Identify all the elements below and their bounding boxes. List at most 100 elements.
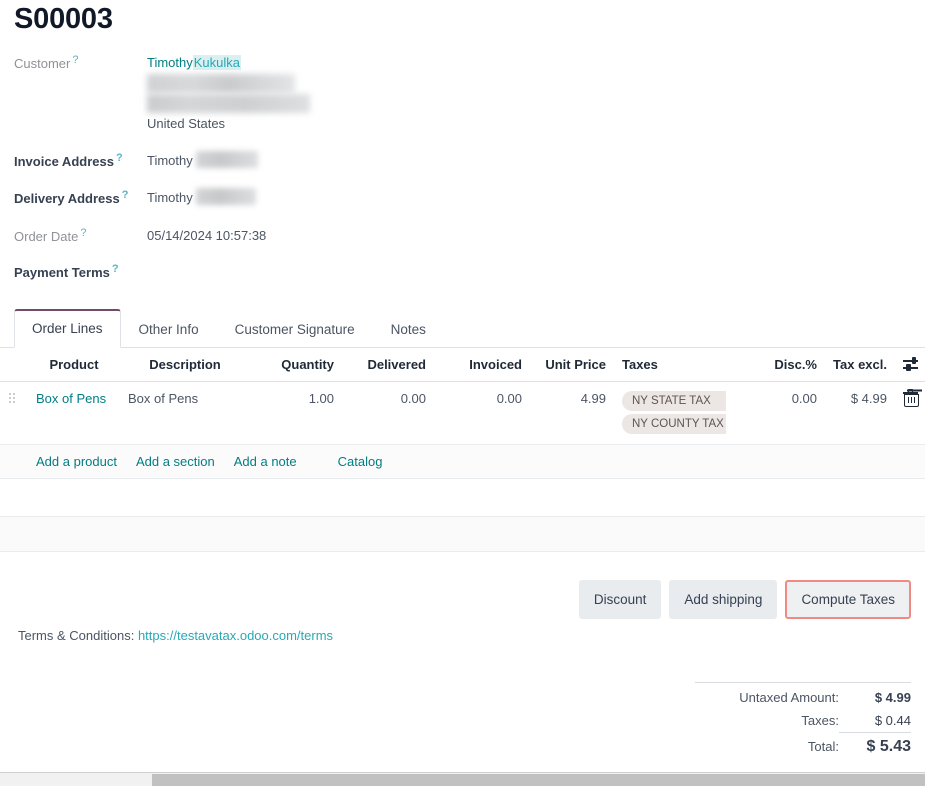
invoice-address-name[interactable]: Timothy [147, 153, 193, 168]
customer-label-text: Customer [14, 56, 70, 71]
cell-delivered[interactable]: 0.00 [342, 382, 434, 445]
horizontal-scrollbar-thumb[interactable] [152, 774, 925, 786]
tax-tag[interactable]: NY COUNTY TAX [622, 414, 726, 434]
header-handle [0, 348, 28, 382]
order-totals: Untaxed Amount: $ 4.99 Taxes: $ 0.44 Tot… [695, 682, 911, 758]
compute-taxes-button[interactable]: Compute Taxes [785, 580, 911, 619]
header-description[interactable]: Description [120, 348, 250, 382]
help-icon[interactable]: ? [122, 189, 129, 201]
header-product[interactable]: Product [28, 348, 120, 382]
notebook-tabbar: Order Lines Other Info Customer Signatur… [0, 310, 925, 348]
tab-other-info[interactable]: Other Info [121, 310, 217, 348]
table-header-row: Product Description Quantity Delivered I… [0, 348, 925, 382]
tax-tag-list: NY STATE TAX NY COUNTY TAX [622, 391, 726, 435]
cell-delete[interactable] [895, 382, 925, 445]
customer-label: Customer? [14, 52, 147, 75]
add-a-note-button[interactable]: Add a note [234, 454, 297, 469]
header-invoiced[interactable]: Invoiced [434, 348, 530, 382]
optional-columns-icon[interactable] [903, 358, 918, 371]
terms-label: Terms & Conditions: [18, 628, 134, 643]
field-row-customer: Customer? TimothyKukulka United States [14, 52, 434, 134]
header-delivered[interactable]: Delivered [342, 348, 434, 382]
trash-icon[interactable] [904, 391, 917, 405]
footer-band-row [0, 517, 925, 552]
add-line-links: Add a product Add a section Add a note Cata… [28, 445, 925, 479]
field-row-invoice-address: Invoice Address? Timothy [14, 150, 434, 173]
footer-band-cell [0, 517, 925, 552]
horizontal-scrollbar[interactable] [0, 772, 925, 786]
field-row-order-date: Order Date? 05/14/2024 10:57:38 [14, 225, 434, 248]
customer-country: United States [147, 116, 225, 131]
help-icon[interactable]: ? [80, 227, 86, 239]
order-header-fields: Customer? TimothyKukulka United States I… [14, 52, 434, 284]
invoice-address-value[interactable]: Timothy [147, 150, 258, 172]
add-a-product-button[interactable]: Add a product [36, 454, 117, 469]
cell-description[interactable]: Box of Pens [120, 382, 250, 445]
payment-terms-label: Payment Terms? [14, 261, 147, 284]
total-value: $ 5.43 [839, 732, 911, 758]
customer-address-line-2-redacted [147, 94, 310, 113]
header-tax-excl[interactable]: Tax excl. [825, 348, 895, 382]
header-quantity[interactable]: Quantity [250, 348, 342, 382]
delivery-address-name[interactable]: Timothy [147, 190, 193, 205]
cell-unit-price[interactable]: 4.99 [530, 382, 614, 445]
catalog-button[interactable]: Catalog [338, 454, 383, 469]
empty-row-cell [0, 479, 925, 517]
cell-taxes[interactable]: NY STATE TAX NY COUNTY TAX [614, 382, 749, 445]
field-row-payment-terms: Payment Terms? [14, 261, 434, 284]
add-line-row: Add a product Add a section Add a note Cata… [0, 445, 925, 479]
header-taxes[interactable]: Taxes [614, 348, 749, 382]
order-date-value[interactable]: 05/14/2024 10:57:38 [147, 225, 266, 247]
add-a-section-button[interactable]: Add a section [136, 454, 215, 469]
empty-row [0, 479, 925, 517]
order-notebook: Order Lines Other Info Customer Signatur… [0, 310, 925, 552]
help-icon[interactable]: ? [72, 54, 78, 66]
header-discount[interactable]: Disc.% [749, 348, 825, 382]
totals-taxes-row: Taxes: $ 0.44 [695, 709, 911, 732]
add-shipping-button[interactable]: Add shipping [669, 580, 777, 619]
terms-and-conditions: Terms & Conditions: https://testavatax.o… [18, 628, 333, 643]
customer-address-line-1-redacted [147, 74, 295, 93]
cell-tax-excl: $ 4.99 [825, 382, 895, 445]
table-row[interactable]: Box of Pens Box of Pens 1.00 0.00 0.00 4… [0, 382, 925, 445]
cell-discount[interactable]: 0.00 [749, 382, 825, 445]
totals-untaxed-row: Untaxed Amount: $ 4.99 [695, 682, 911, 709]
customer-value[interactable]: TimothyKukulka United States [147, 52, 310, 134]
customer-name[interactable]: Timothy [147, 55, 193, 70]
tab-customer-signature[interactable]: Customer Signature [217, 310, 373, 348]
delivery-address-label: Delivery Address? [14, 187, 147, 210]
invoice-address-label-text: Invoice Address [14, 154, 114, 169]
tab-notes[interactable]: Notes [373, 310, 444, 348]
delivery-address-label-text: Delivery Address [14, 191, 120, 206]
invoice-address-label: Invoice Address? [14, 150, 147, 173]
tax-tag[interactable]: NY STATE TAX [622, 391, 726, 411]
cell-invoiced[interactable]: 0.00 [434, 382, 530, 445]
totals-total-row: Total: $ 5.43 [695, 732, 911, 758]
taxes-label: Taxes: [801, 709, 839, 732]
discount-button[interactable]: Discount [579, 580, 662, 619]
taxes-value: $ 0.44 [839, 709, 911, 732]
terms-link[interactable]: https://testavatax.odoo.com/terms [138, 628, 333, 643]
header-unit-price[interactable]: Unit Price [530, 348, 614, 382]
customer-surname[interactable]: Kukulka [193, 55, 241, 70]
field-row-delivery-address: Delivery Address? Timothy [14, 187, 434, 210]
help-icon[interactable]: ? [112, 263, 119, 275]
page-title: S00003 [14, 2, 113, 36]
untaxed-amount-label: Untaxed Amount: [739, 686, 839, 709]
drag-handle-icon[interactable] [8, 391, 17, 403]
row-drag-handle-cell[interactable] [0, 382, 28, 445]
untaxed-amount-value: $ 4.99 [839, 686, 911, 709]
sales-order-form: S00003 Customer? TimothyKukulka United S… [0, 0, 925, 786]
payment-terms-label-text: Payment Terms [14, 265, 110, 280]
cell-product[interactable]: Box of Pens [28, 382, 120, 445]
order-date-label: Order Date? [14, 225, 147, 248]
delivery-address-value[interactable]: Timothy [147, 187, 256, 209]
cell-quantity[interactable]: 1.00 [250, 382, 342, 445]
help-icon[interactable]: ? [116, 152, 123, 164]
order-action-buttons: Discount Add shipping Compute Taxes [579, 580, 911, 619]
order-lines-table: Product Description Quantity Delivered I… [0, 348, 925, 552]
product-link[interactable]: Box of Pens [36, 391, 106, 406]
tab-order-lines[interactable]: Order Lines [14, 309, 121, 348]
order-date-label-text: Order Date [14, 229, 78, 244]
delivery-address-redacted [196, 188, 256, 205]
